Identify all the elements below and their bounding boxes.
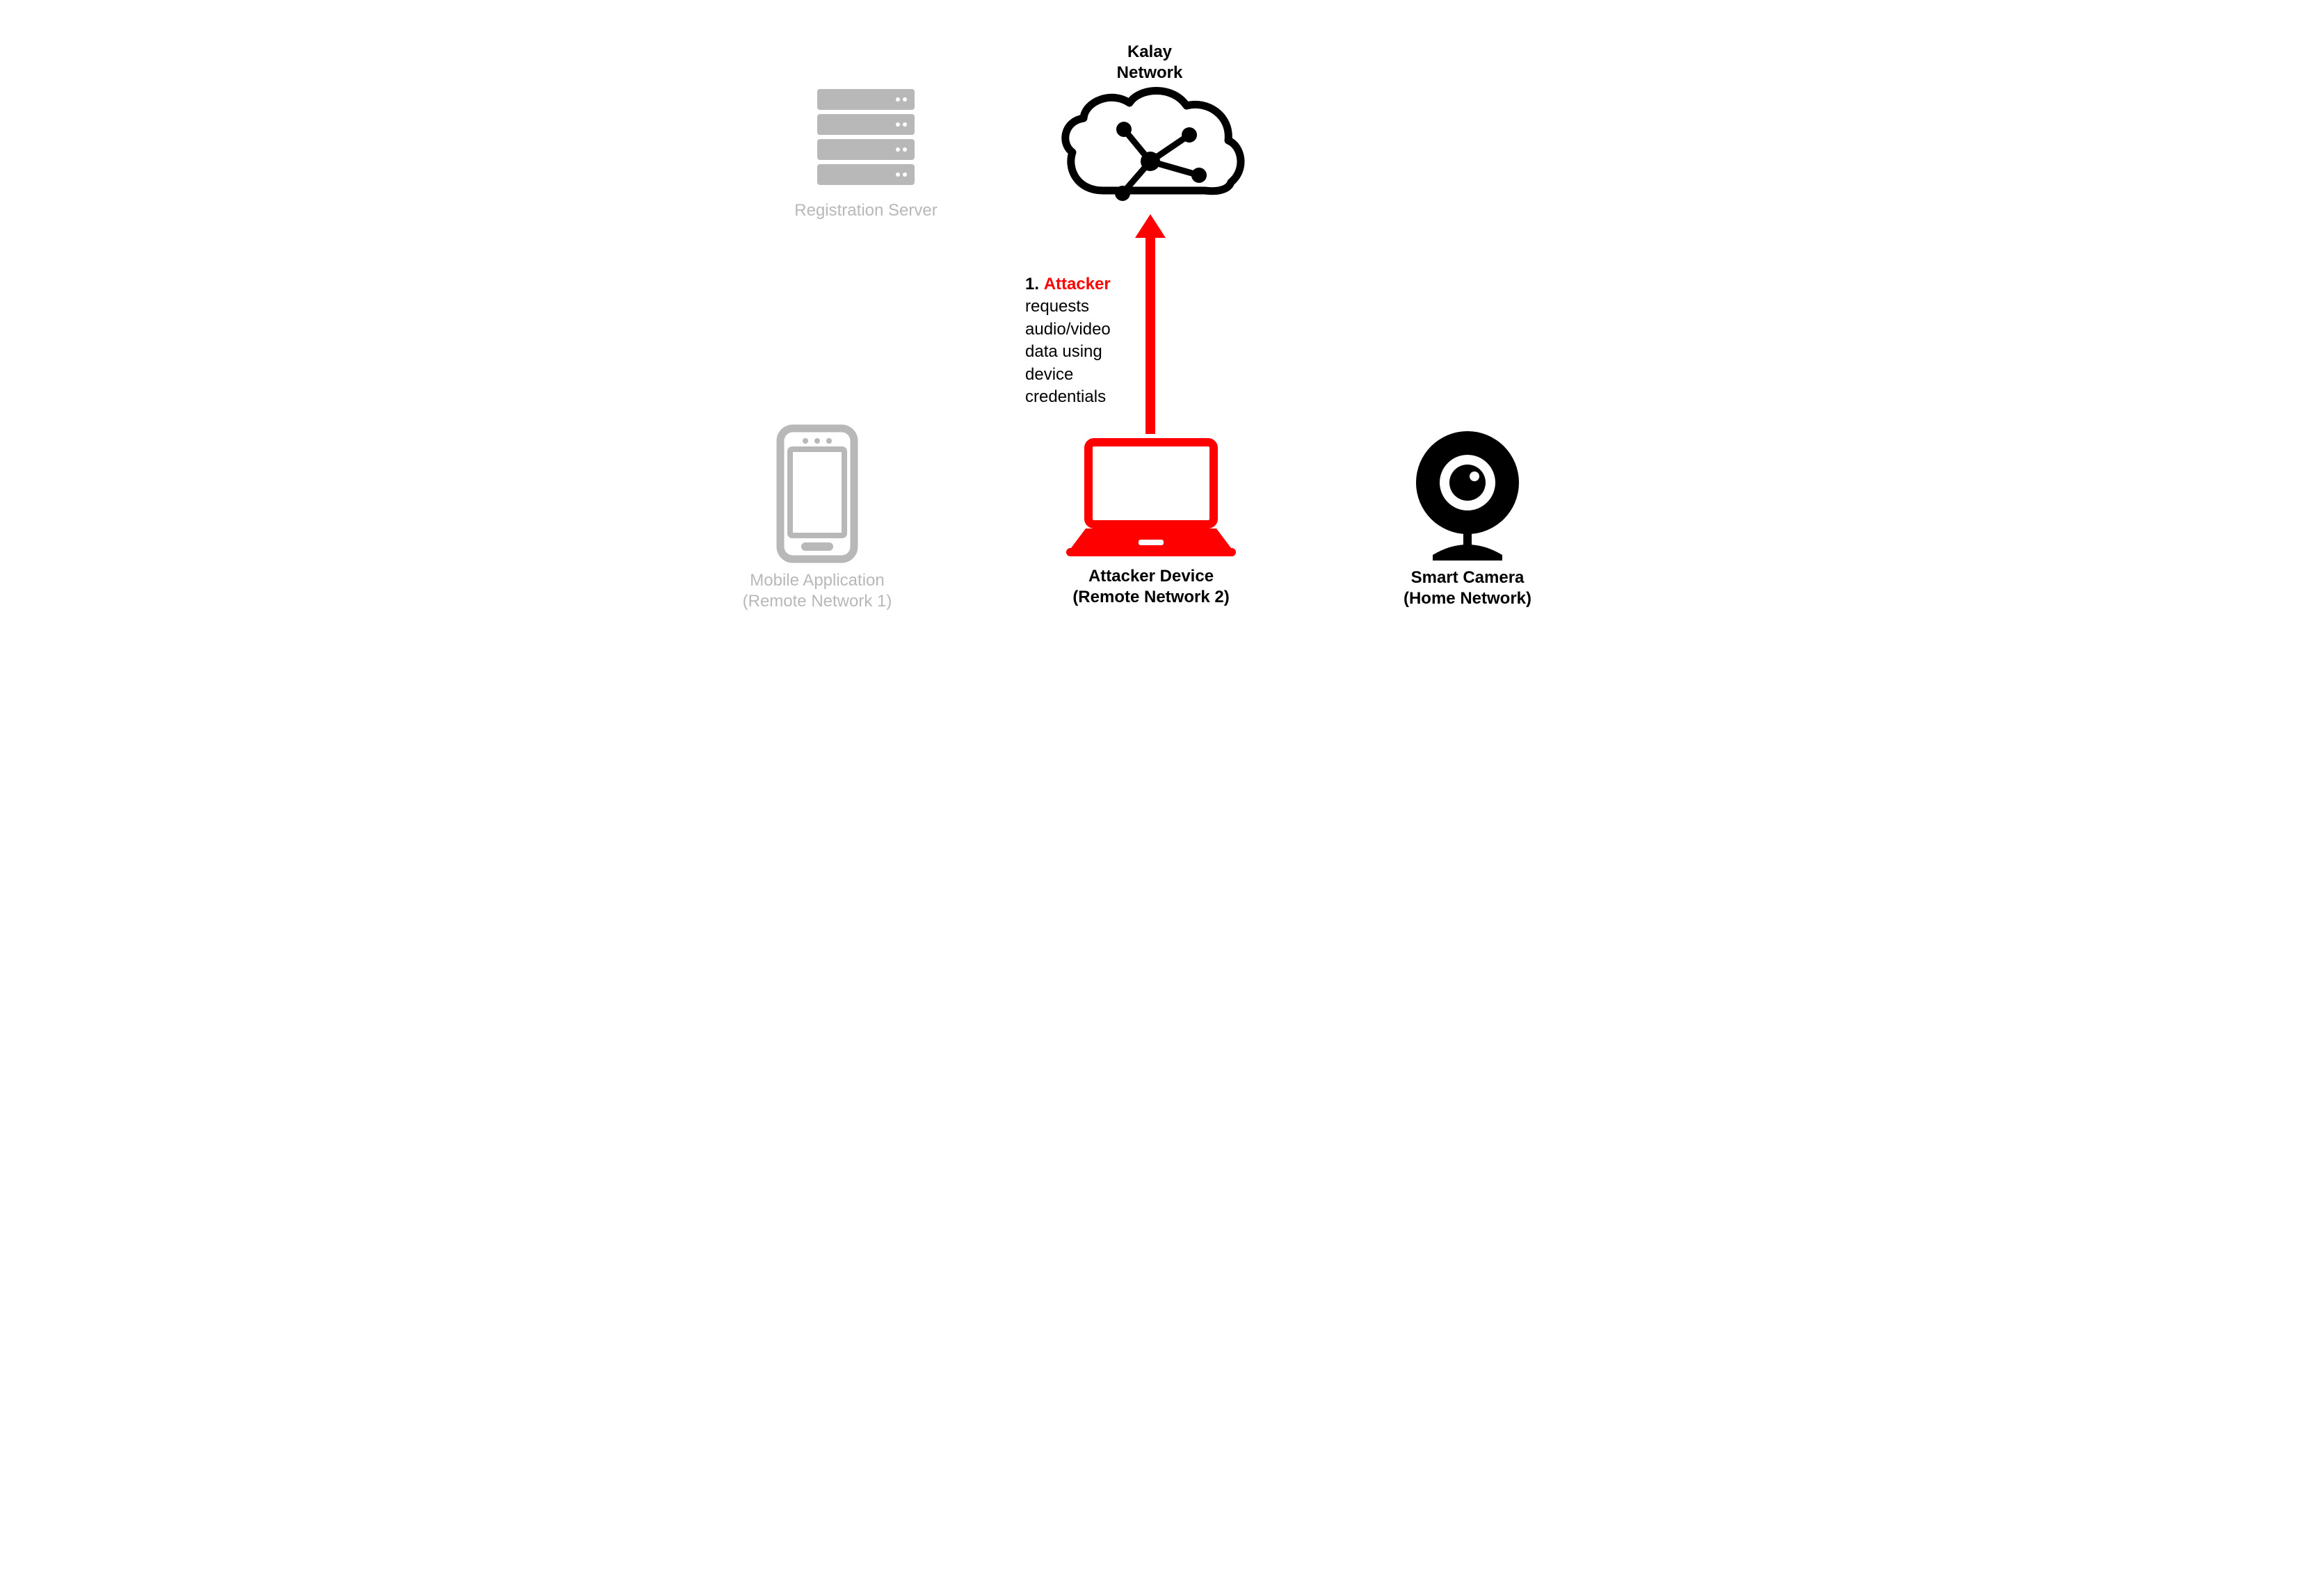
annotation-step-1: 1. Attacker requests audio/video data us…: [1025, 273, 1150, 408]
registration-server-label: Registration Server: [765, 200, 967, 221]
mobile-phone-icon: [772, 424, 862, 563]
mobile-label-line-1: Mobile Application: [750, 571, 884, 590]
node-registration-server: Registration Server: [765, 83, 967, 221]
annotation-line-3: data using: [1025, 342, 1102, 361]
annotation-line-1: requests: [1025, 297, 1089, 316]
server-icon: [810, 83, 922, 195]
attacker-device-label: Attacker Device (Remote Network 2): [1036, 566, 1266, 608]
camera-label-line-2: (Home Network): [1404, 589, 1531, 608]
mobile-application-label: Mobile Application (Remote Network 1): [716, 570, 918, 612]
node-kalay-network: Kalay Network: [1049, 42, 1251, 218]
node-mobile-application: Mobile Application (Remote Network 1): [716, 424, 918, 612]
node-attacker-device: Attacker Device (Remote Network 2): [1036, 437, 1266, 608]
annotation-line-4: device: [1025, 365, 1073, 384]
camera-label-line-1: Smart Camera: [1411, 568, 1525, 587]
annotation-actor: Attacker: [1044, 275, 1111, 293]
annotation-line-2: audio/video: [1025, 320, 1111, 339]
laptop-icon: [1061, 437, 1241, 562]
attacker-label-line-1: Attacker Device: [1088, 567, 1214, 586]
kalay-network-label: Kalay Network: [1049, 42, 1251, 83]
node-smart-camera: Smart Camera (Home Network): [1370, 424, 1565, 609]
mobile-label-line-2: (Remote Network 1): [743, 592, 892, 611]
annotation-line-5: credentials: [1025, 387, 1106, 406]
cloud-network-icon: [1049, 86, 1251, 218]
smart-camera-label: Smart Camera (Home Network): [1370, 567, 1565, 609]
webcam-icon: [1405, 424, 1530, 563]
diagram-canvas: Kalay Network: [695, 0, 1621, 638]
attacker-label-line-2: (Remote Network 2): [1072, 588, 1229, 606]
annotation-step-number: 1.: [1025, 275, 1039, 293]
